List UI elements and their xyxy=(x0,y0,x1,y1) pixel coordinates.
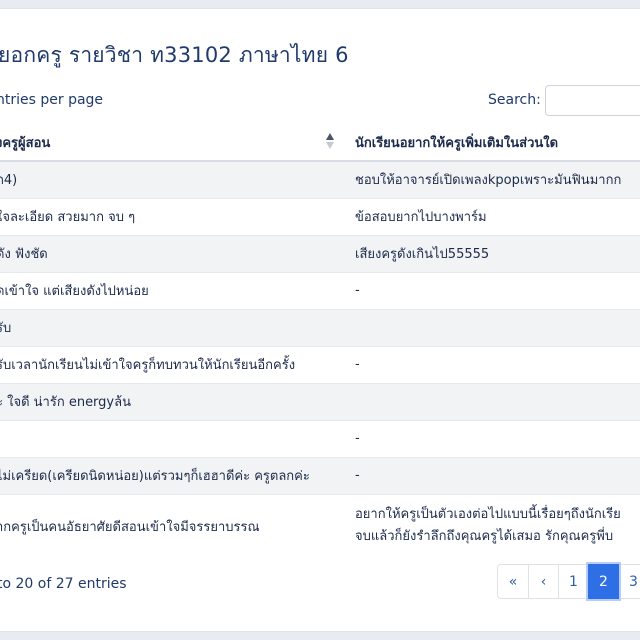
table-cell: รับ xyxy=(0,308,352,346)
table-row: ดัง ฟังชัด เสียงครูดังเกินไป55555 xyxy=(0,234,640,272)
cell-text: ากครูเป็นคนอัธยาศัยดีสอนเข้าใจมีจรรยาบรร… xyxy=(0,519,260,535)
table-cell: - xyxy=(352,419,640,457)
table-row: ะ ใจดี น่ารัก energyล้น xyxy=(0,382,640,420)
table-row: ากครูเป็นคนอัธยาศัยดีสอนเข้าใจมีจรรยาบรร… xyxy=(0,493,640,558)
pagination-first-button[interactable]: « xyxy=(497,564,529,599)
page-title: ยอกครู รายวิชา ท33102 ภาษาไทย 6 xyxy=(0,43,349,67)
pagination-page-3[interactable]: 3 xyxy=(618,564,640,599)
cell-text: ะ ใจดี น่ารัก energyล้น xyxy=(0,395,131,410)
pagination: « ‹ 1 2 3 xyxy=(497,564,640,599)
table-cell: เสียงครูดังเกินไป55555 xyxy=(352,234,640,272)
table-cell: ข้อสอบยากไปบางพาร์ม xyxy=(352,197,640,235)
table-cell: - xyxy=(352,456,640,494)
table-cell: ไม่เครียด(เครียดนิดหน่อย)แต่รวมๆก็เฮฮาดี… xyxy=(0,456,352,494)
table-cell: ากครูเป็นคนอัธยาศัยดีสอนเข้าใจมีจรรยาบรร… xyxy=(0,493,352,558)
table-header-row: งครูผู้สอน นักเรียนอยากให้ครูเพิ่มเติมใน… xyxy=(0,124,640,162)
pagination-page-2[interactable]: 2 xyxy=(588,564,619,599)
table-row: ูดเข้าใจ แต่เสียงดังไปหน่อย - xyxy=(0,271,640,309)
table-cell: ชอบให้อาจารย์เปิดเพลงkpopเพราะมันฟินมากก xyxy=(352,160,640,198)
table-cell: ะ ใจดี น่ารัก energyล้น xyxy=(0,382,352,420)
cell-text: รับเวลานักเรียนไม่เข้าใจครูก็ทบทวนให้นัก… xyxy=(0,358,296,373)
cell-text: ไม่เครียด(เครียดนิดหน่อย)แต่รวมๆก็เฮฮาดี… xyxy=(0,469,310,484)
column-header-suggestion[interactable]: นักเรียนอยากให้ครูเพิ่มเติมในส่วนใด xyxy=(352,124,640,162)
pagination-page-1[interactable]: 1 xyxy=(558,564,589,599)
table-cell xyxy=(352,382,640,420)
table-row: รับเวลานักเรียนไม่เข้าใจครูก็ทบทวนให้นัก… xyxy=(0,345,640,383)
entries-per-page-label: ntries per page xyxy=(0,92,104,108)
table-cell: รับเวลานักเรียนไม่เข้าใจครูก็ทบทวนให้นัก… xyxy=(0,345,352,383)
cell-text-line-2: จบแล้วก็ยังรำลึกถึงคุณครูได้เสมอ รักคุณค… xyxy=(355,529,614,545)
data-table: งครูผู้สอน นักเรียนอยากให้ครูเพิ่มเติมใน… xyxy=(0,124,640,558)
table-cell: ดัง ฟังชัด xyxy=(0,234,352,272)
table-cell xyxy=(0,419,352,457)
table-cell: ใจละเอียด สวยมาก จบ ๆ xyxy=(0,197,352,235)
table-cell: ูดเข้าใจ แต่เสียงดังไปหน่อย xyxy=(0,271,352,309)
table-row: ถ4) ชอบให้อาจารย์เปิดเพลงkpopเพราะมันฟิน… xyxy=(0,160,640,198)
cell-text: ใจละเอียด สวยมาก จบ ๆ xyxy=(0,210,136,225)
main-card: ยอกครู รายวิชา ท33102 ภาษาไทย 6 ntries p… xyxy=(0,8,640,632)
table-cell: - xyxy=(352,345,640,383)
table-cell: ถ4) xyxy=(0,160,352,198)
column-header-teacher[interactable]: งครูผู้สอน xyxy=(0,124,352,162)
search-input[interactable] xyxy=(545,85,640,116)
column-header-teacher-label: งครูผู้สอน xyxy=(0,135,51,151)
table-info: to 20 of 27 entries xyxy=(0,576,127,592)
cell-text: รับ xyxy=(0,321,12,336)
table-cell: อยากให้ครูเป็นตัวเองต่อไปแบบนี้เรื่อยๆถึ… xyxy=(352,493,640,558)
cell-text-line-1: อยากให้ครูเป็นตัวเองต่อไปแบบนี้เรื่อยๆถึ… xyxy=(355,507,621,523)
cell-text: ถ4) xyxy=(0,173,18,189)
table-cell xyxy=(352,308,640,346)
pagination-prev-button[interactable]: ‹ xyxy=(528,564,559,599)
search-label: Search: xyxy=(488,92,541,108)
table-row: รับ xyxy=(0,308,640,346)
table-row: - xyxy=(0,419,640,457)
cell-text: ดัง ฟังชัด xyxy=(0,247,48,262)
table-row: ไม่เครียด(เครียดนิดหน่อย)แต่รวมๆก็เฮฮาดี… xyxy=(0,456,640,494)
table-cell: - xyxy=(352,271,640,309)
cell-text: ูดเข้าใจ แต่เสียงดังไปหน่อย xyxy=(0,284,149,299)
table-row: ใจละเอียด สวยมาก จบ ๆ ข้อสอบยากไปบางพาร์… xyxy=(0,197,640,235)
sort-asc-icon[interactable] xyxy=(326,133,334,151)
